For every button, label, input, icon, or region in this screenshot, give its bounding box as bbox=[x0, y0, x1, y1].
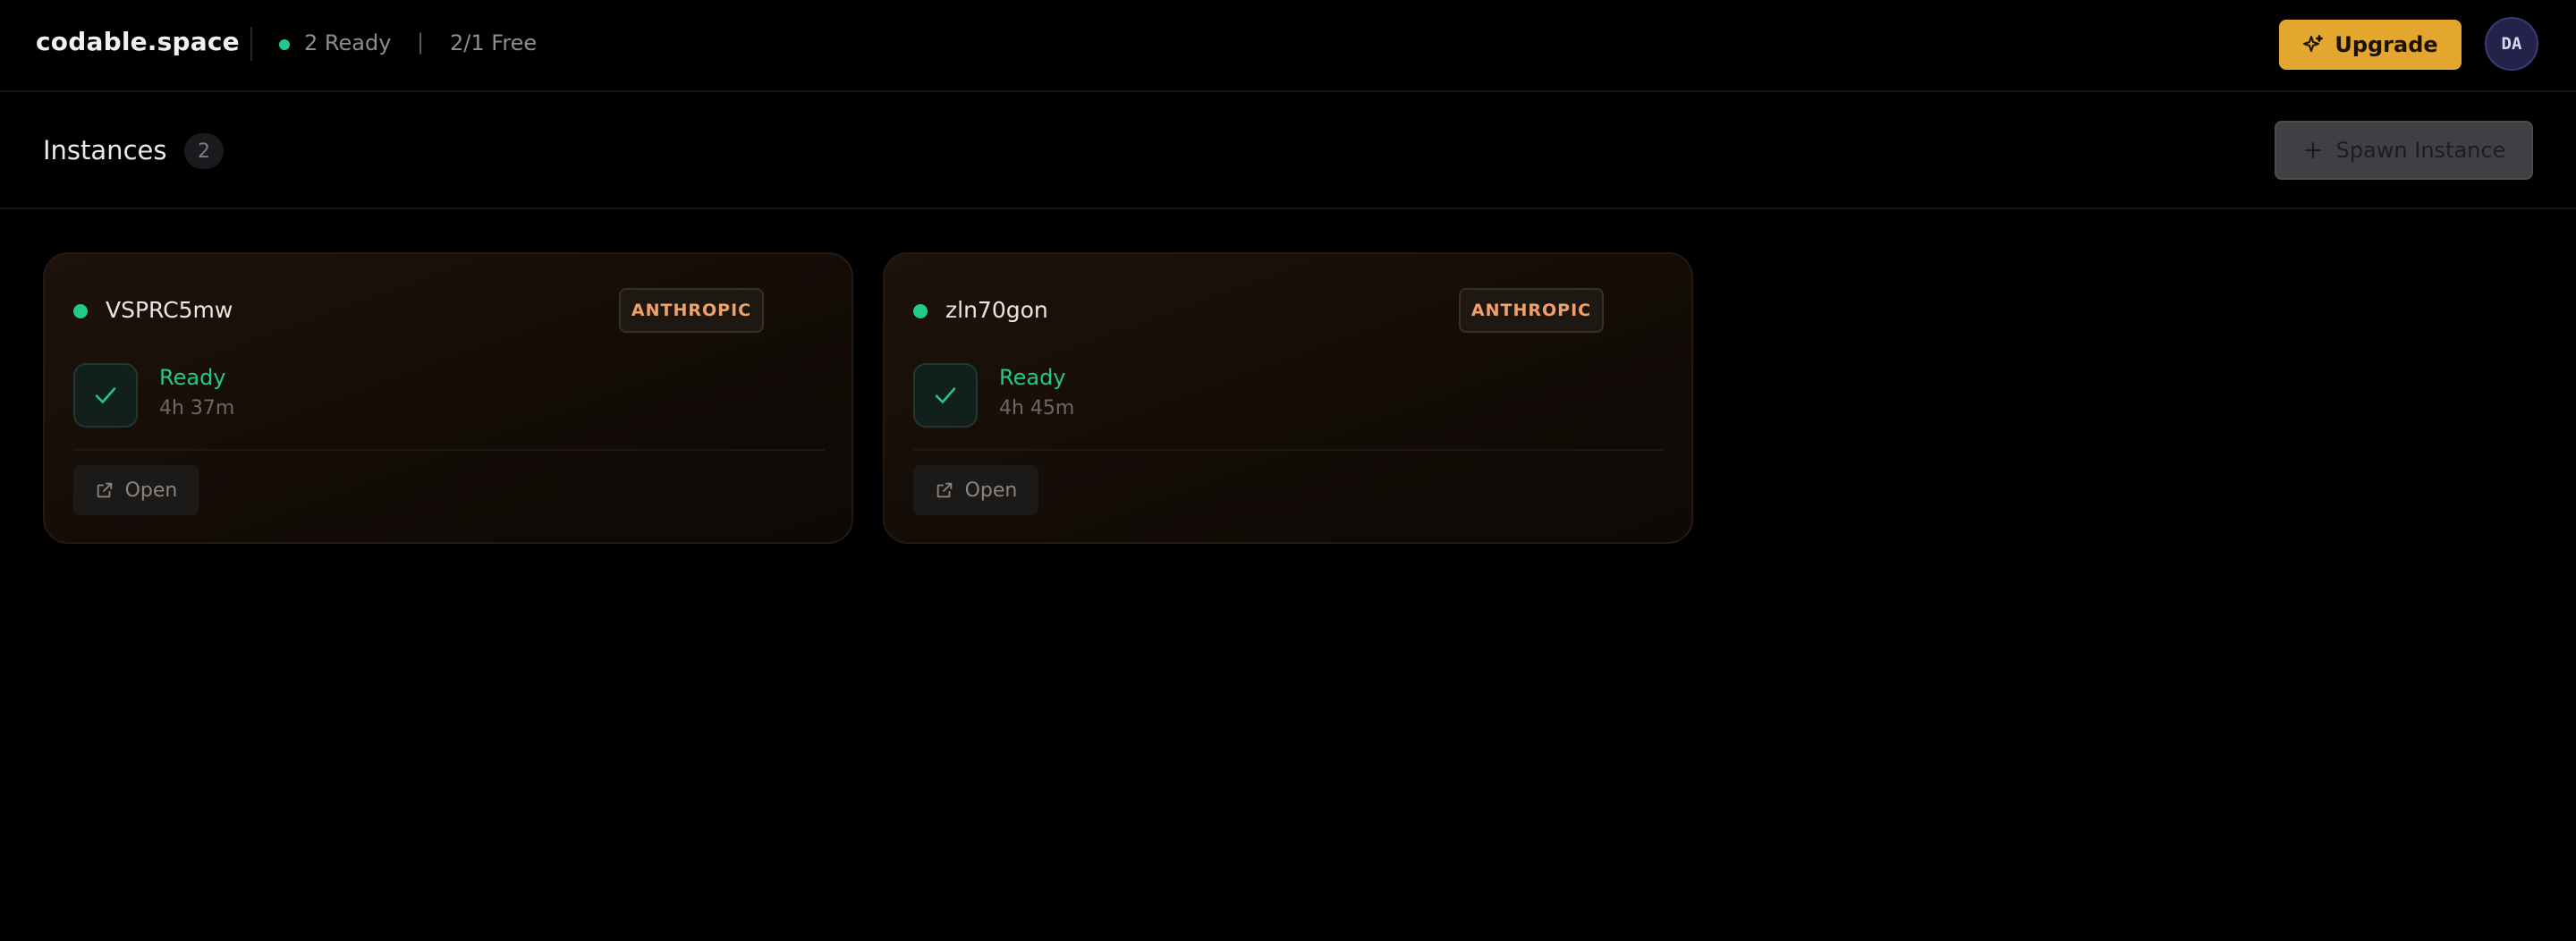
instance-status-dot bbox=[73, 304, 88, 318]
provider-badge: ANTHROPIC bbox=[1459, 288, 1604, 333]
brand-logo[interactable]: codable.space bbox=[36, 27, 240, 56]
upgrade-button[interactable]: Upgrade bbox=[2279, 20, 2462, 70]
open-label: Open bbox=[964, 479, 1018, 502]
instance-card: zln70gon ANTHROPIC Ready 4h 45m Open bbox=[883, 252, 1693, 544]
plus-icon bbox=[2302, 140, 2324, 161]
instances-header: Instances 2 Spawn Instance bbox=[0, 92, 2576, 209]
spawn-instance-button[interactable]: Spawn Instance bbox=[2275, 121, 2533, 180]
status-separator: | bbox=[417, 30, 425, 55]
instance-count-badge: 2 bbox=[184, 133, 224, 169]
card-divider bbox=[913, 449, 1665, 451]
open-button[interactable]: Open bbox=[913, 465, 1038, 515]
external-link-icon bbox=[935, 480, 954, 500]
ready-indicator bbox=[913, 363, 978, 428]
card-divider bbox=[73, 449, 825, 451]
upgrade-label: Upgrade bbox=[2334, 32, 2438, 57]
ready-status-dot bbox=[279, 39, 290, 50]
instance-uptime: 4h 45m bbox=[999, 397, 1075, 420]
user-avatar[interactable]: DA bbox=[2485, 17, 2538, 71]
header-divider bbox=[250, 27, 252, 61]
ready-indicator bbox=[73, 363, 138, 428]
instance-state: Ready bbox=[159, 365, 226, 390]
open-button[interactable]: Open bbox=[73, 465, 199, 515]
open-label: Open bbox=[124, 479, 178, 502]
instance-status-dot bbox=[913, 304, 928, 318]
instance-uptime: 4h 37m bbox=[159, 397, 235, 420]
ready-count: 2 Ready bbox=[304, 30, 392, 55]
instance-name: VSPRC5mw bbox=[106, 297, 233, 323]
page-title: Instances bbox=[43, 135, 167, 165]
spawn-instance-label: Spawn Instance bbox=[2335, 138, 2506, 163]
check-icon bbox=[92, 382, 119, 409]
provider-badge: ANTHROPIC bbox=[619, 288, 764, 333]
sparkles-icon bbox=[2302, 34, 2324, 55]
instance-name: zln70gon bbox=[945, 297, 1048, 323]
instance-state: Ready bbox=[999, 365, 1066, 390]
top-bar: codable.space 2 Ready | 2/1 Free Upgrade… bbox=[0, 0, 2576, 92]
external-link-icon bbox=[95, 480, 114, 500]
instance-card: VSPRC5mw ANTHROPIC Ready 4h 37m Open bbox=[43, 252, 853, 544]
check-icon bbox=[932, 382, 959, 409]
free-count: 2/1 Free bbox=[450, 30, 538, 55]
